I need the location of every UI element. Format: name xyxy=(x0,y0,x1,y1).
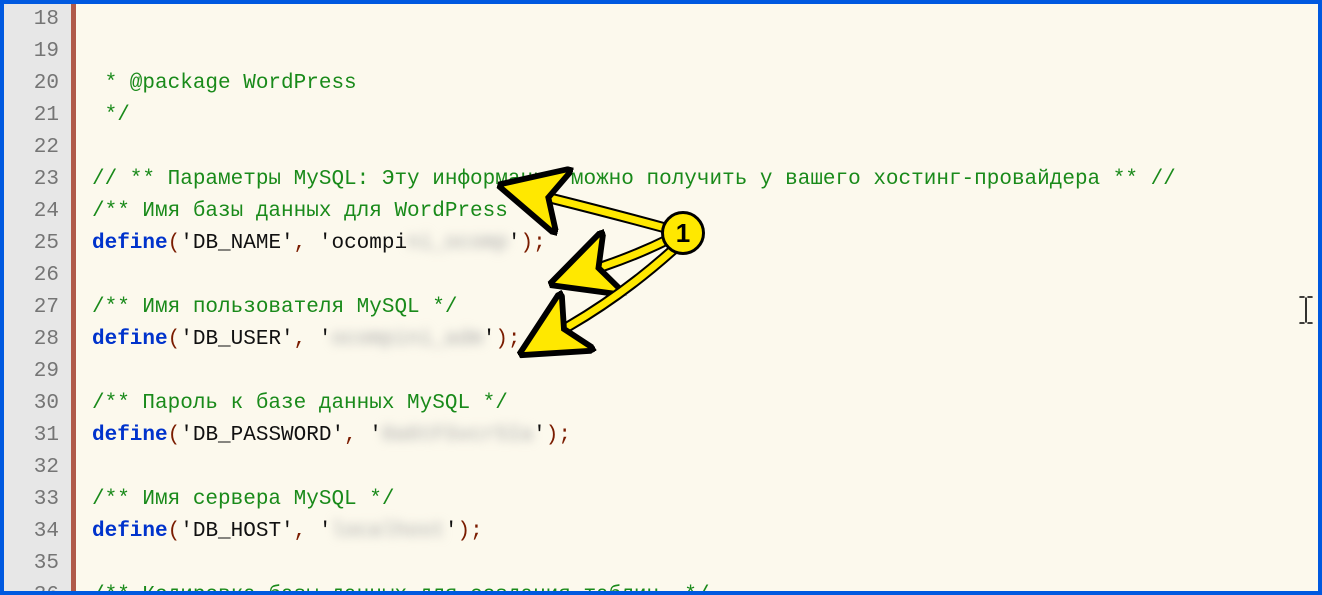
code-line: define('DB_PASSWORD', '0a6tFSvcr5Ia'); xyxy=(92,420,1318,452)
line-number: 26 xyxy=(4,260,71,292)
code-token: * @package WordPress xyxy=(92,72,357,95)
code-token: /** Имя сервера MySQL */ xyxy=(92,488,394,511)
line-number-gutter: 18192021222324252627282930313233343536 xyxy=(4,4,76,591)
code-token: ' xyxy=(533,424,546,447)
code-token: ' xyxy=(445,520,458,543)
code-line xyxy=(92,260,1318,292)
line-number: 32 xyxy=(4,452,71,484)
code-token: ); xyxy=(495,328,520,351)
code-token: ' xyxy=(483,328,496,351)
code-token: ); xyxy=(521,232,546,255)
code-token: localhost xyxy=(331,520,444,543)
code-line: define('DB_HOST', 'localhost'); xyxy=(92,516,1318,548)
code-token: /** Кодировка базы данных для создания т… xyxy=(92,584,710,595)
code-token: ' xyxy=(319,328,332,351)
code-token: 'DB_NAME' xyxy=(180,232,293,255)
line-number: 27 xyxy=(4,292,71,324)
code-token: ( xyxy=(168,328,181,351)
code-line: /** Имя базы данных для WordPress */ xyxy=(92,196,1318,228)
code-line xyxy=(92,452,1318,484)
code-line: /** Кодировка базы данных для создания т… xyxy=(92,580,1318,595)
code-token: ' xyxy=(319,520,332,543)
text-cursor-icon xyxy=(1196,264,1198,290)
code-token: , xyxy=(294,328,319,351)
line-number: 35 xyxy=(4,548,71,580)
line-number: 33 xyxy=(4,484,71,516)
line-number: 22 xyxy=(4,132,71,164)
code-line: define('DB_NAME', 'ocompini_ocomp'); xyxy=(92,228,1318,260)
code-token: */ xyxy=(92,104,130,127)
code-token: /** Имя пользователя MySQL */ xyxy=(92,296,457,319)
code-line: /** Имя пользователя MySQL */ xyxy=(92,292,1318,324)
line-number: 24 xyxy=(4,196,71,228)
code-token: ( xyxy=(168,520,181,543)
code-token: ( xyxy=(168,232,181,255)
code-token: ); xyxy=(458,520,483,543)
code-token: , xyxy=(294,232,319,255)
code-token: 'ocompi xyxy=(319,232,407,255)
code-token: 0a6tFSvcr5Ia xyxy=(382,424,533,447)
code-token: 'DB_HOST' xyxy=(180,520,293,543)
code-token: define xyxy=(92,328,168,351)
code-token: ' xyxy=(369,424,382,447)
code-line: * @package WordPress xyxy=(92,68,1318,100)
code-line xyxy=(92,548,1318,580)
code-token: , xyxy=(344,424,369,447)
code-token: // ** Параметры MySQL: Эту информацию мо… xyxy=(92,168,1176,191)
line-number: 25 xyxy=(4,228,71,260)
code-line: // ** Параметры MySQL: Эту информацию мо… xyxy=(92,164,1318,196)
code-area[interactable]: * @package WordPress */ // ** Параметры M… xyxy=(76,4,1318,591)
code-line: /** Пароль к базе данных MySQL */ xyxy=(92,388,1318,420)
line-number: 21 xyxy=(4,100,71,132)
code-token: 'DB_PASSWORD' xyxy=(180,424,344,447)
code-token: 'DB_USER' xyxy=(180,328,293,351)
line-number: 34 xyxy=(4,516,71,548)
code-line: */ xyxy=(92,100,1318,132)
code-token: ocompini_adm xyxy=(331,328,482,351)
code-token: ); xyxy=(546,424,571,447)
line-number: 36 xyxy=(4,580,71,592)
code-token: ni_ocomp xyxy=(407,232,508,255)
line-number: 28 xyxy=(4,324,71,356)
code-line: define('DB_USER', 'ocompini_adm'); xyxy=(92,324,1318,356)
code-line xyxy=(92,356,1318,388)
code-token: ' xyxy=(508,232,521,255)
code-token: /** Имя базы данных для WordPress */ xyxy=(92,200,546,223)
editor: 18192021222324252627282930313233343536 *… xyxy=(4,4,1318,591)
code-line: /** Имя сервера MySQL */ xyxy=(92,484,1318,516)
code-token: define xyxy=(92,232,168,255)
line-number: 20 xyxy=(4,68,71,100)
editor-frame: 18192021222324252627282930313233343536 *… xyxy=(0,0,1322,595)
line-number: 23 xyxy=(4,164,71,196)
line-number: 18 xyxy=(4,4,71,36)
line-number: 31 xyxy=(4,420,71,452)
code-token: ( xyxy=(168,424,181,447)
code-token: /** Пароль к базе данных MySQL */ xyxy=(92,392,508,415)
code-token: define xyxy=(92,424,168,447)
code-token: , xyxy=(294,520,319,543)
line-number: 29 xyxy=(4,356,71,388)
code-token: define xyxy=(92,520,168,543)
code-line xyxy=(92,132,1318,164)
line-number: 30 xyxy=(4,388,71,420)
line-number: 19 xyxy=(4,36,71,68)
